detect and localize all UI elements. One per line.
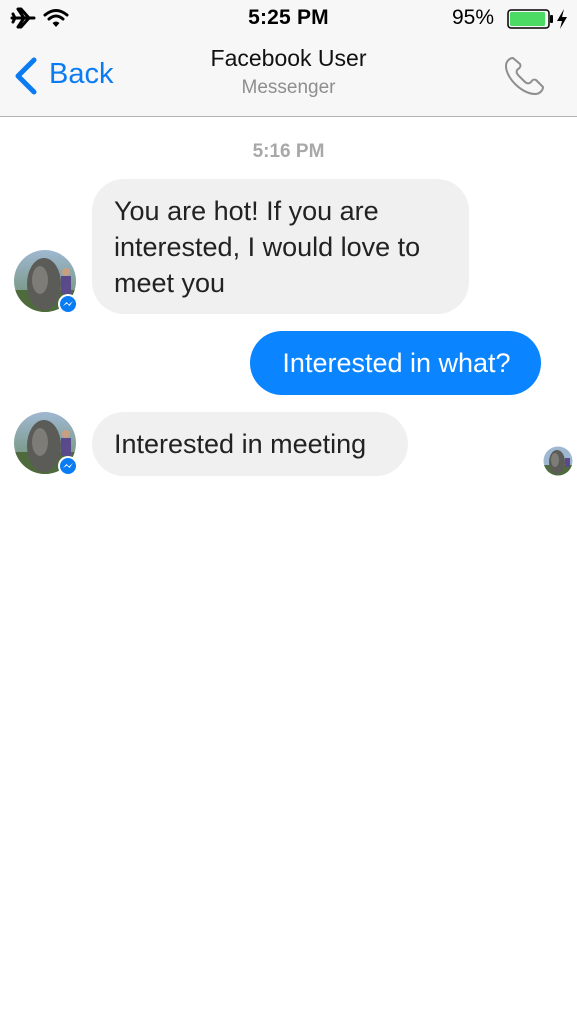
message-timestamp: 5:16 PM <box>252 141 325 162</box>
battery-icon <box>507 9 553 29</box>
phone-icon <box>505 57 544 95</box>
call-button[interactable] <box>500 54 548 100</box>
conversation-title: Facebook User <box>210 45 367 71</box>
conversation-subtitle: Messenger <box>241 77 336 98</box>
navigation-bar: Back Facebook User Messenger <box>0 36 577 117</box>
battery-percentage: 95% <box>452 6 495 29</box>
incoming-message[interactable]: Interested in meeting <box>92 412 408 476</box>
outgoing-message[interactable]: Interested in what? <box>250 331 541 395</box>
avatar[interactable] <box>14 412 78 476</box>
charging-icon <box>557 9 567 29</box>
status-bar: 5:25 PM 95% <box>0 0 577 36</box>
avatar[interactable] <box>14 250 78 314</box>
incoming-message[interactable]: You are hot! If you are interested, I wo… <box>92 179 469 314</box>
read-receipt-avatar <box>543 446 573 476</box>
